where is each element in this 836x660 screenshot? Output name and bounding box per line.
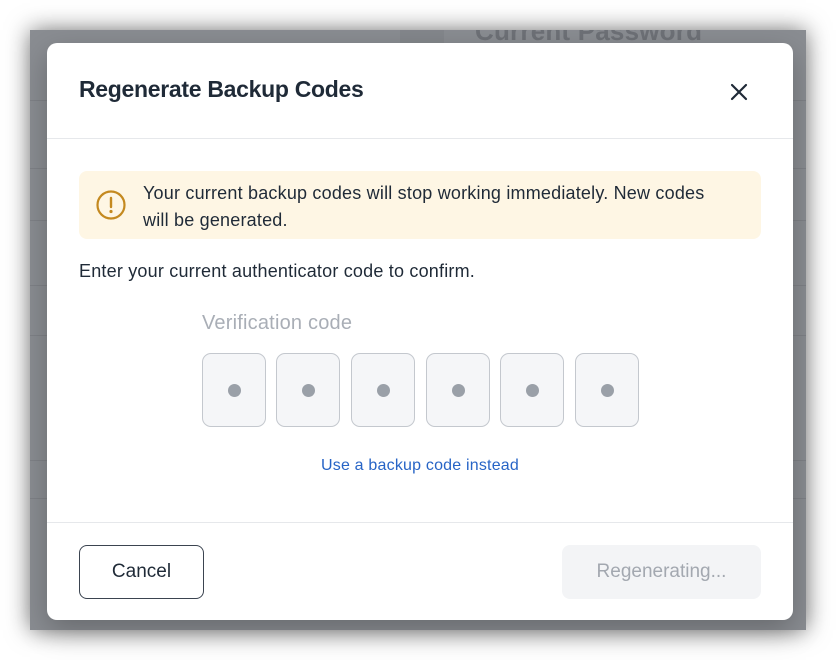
close-icon[interactable] <box>727 80 751 104</box>
dialog-footer: Cancel Regenerating... <box>47 523 793 619</box>
use-backup-code-link[interactable]: Use a backup code instead <box>47 457 793 475</box>
code-digit-input[interactable] <box>351 353 415 427</box>
code-digit-input[interactable] <box>500 353 564 427</box>
warning-text: Your current backup codes will stop work… <box>143 183 705 230</box>
masked-digit <box>376 383 390 397</box>
dialog-title: Regenerate Backup Codes <box>79 76 364 102</box>
code-digit-input[interactable] <box>575 353 639 427</box>
alert-circle-icon <box>95 189 127 221</box>
background-element <box>400 30 444 44</box>
regenerate-button[interactable]: Regenerating... <box>562 545 761 599</box>
dialog-body: Your current backup codes will stop work… <box>47 139 793 523</box>
code-digit-input[interactable] <box>426 353 490 427</box>
dialog-header: Regenerate Backup Codes <box>47 43 793 139</box>
warning-banner: Your current backup codes will stop work… <box>79 171 761 239</box>
cancel-button[interactable]: Cancel <box>79 545 204 599</box>
masked-digit <box>227 383 241 397</box>
instruction-text: Enter your current authenticator code to… <box>79 261 475 281</box>
masked-digit <box>525 383 539 397</box>
code-digit-input[interactable] <box>276 353 340 427</box>
verification-code-label: Verification code <box>202 312 353 334</box>
code-digit-input[interactable] <box>202 353 266 427</box>
masked-digit <box>301 383 315 397</box>
regenerate-backup-codes-dialog: Regenerate Backup Codes Your current bac… <box>47 43 793 620</box>
masked-digit <box>600 383 614 397</box>
masked-digit <box>451 383 465 397</box>
